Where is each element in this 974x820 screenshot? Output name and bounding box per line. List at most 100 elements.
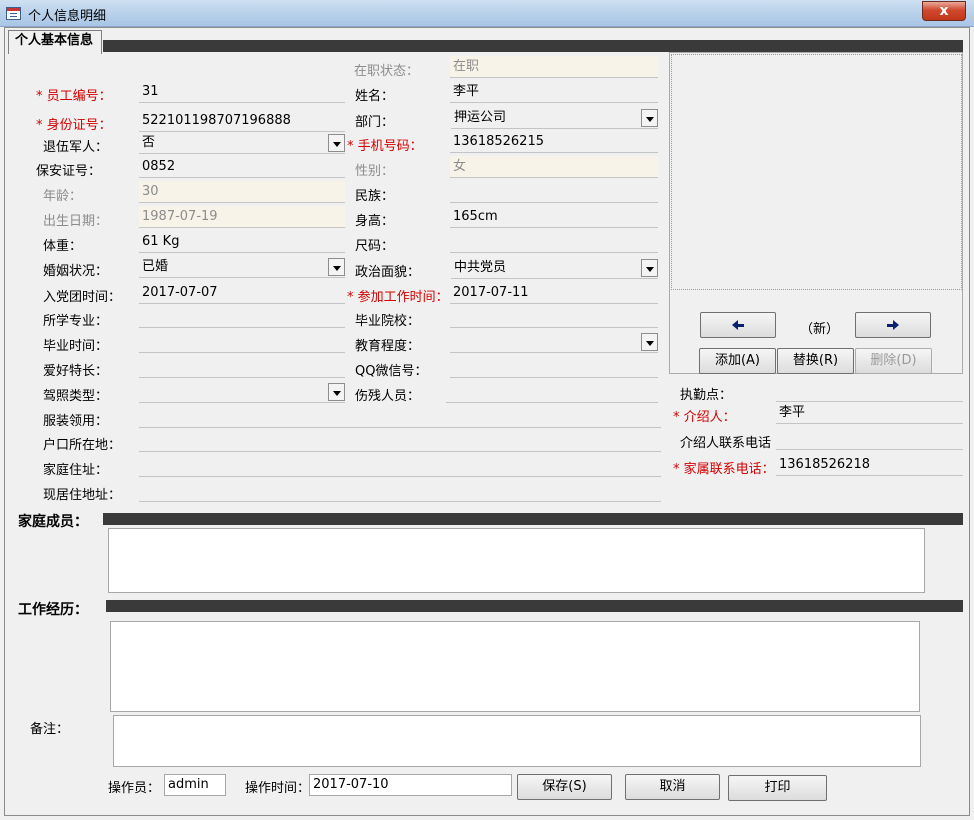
chevron-down-icon[interactable] [641, 259, 658, 277]
chevron-down-icon[interactable] [328, 383, 345, 401]
disability-field[interactable] [446, 381, 658, 403]
uniform-label: 服装领用： [43, 414, 109, 429]
household-register-field[interactable] [139, 430, 661, 452]
hobbies-label: 爱好特长： [43, 364, 109, 379]
political-status-select[interactable]: 中共党员 [451, 257, 658, 279]
veteran-value: 否 [142, 135, 156, 150]
ethnicity-field[interactable] [450, 181, 658, 203]
department-select[interactable]: 押运公司 [451, 107, 658, 129]
graduation-date-label: 毕业时间： [43, 339, 109, 354]
family-members-field[interactable] [108, 528, 925, 593]
license-type-select[interactable] [139, 381, 345, 403]
age-label: 年龄： [43, 189, 83, 204]
veteran-select[interactable]: 否 [139, 132, 345, 154]
tab-basic-info[interactable]: 个人基本信息 [8, 30, 102, 54]
operator-field[interactable]: admin [164, 774, 226, 796]
prev-photo-button[interactable] [700, 312, 776, 338]
license-type-label: 驾照类型： [43, 389, 109, 404]
height-value: 165cm [453, 209, 498, 224]
mobile-label: * 手机号码： [347, 139, 423, 154]
photo-status: （新） [800, 322, 840, 337]
employment-status-value: 在职 [453, 59, 480, 74]
form-icon [6, 7, 21, 20]
school-field[interactable] [450, 306, 658, 328]
chevron-down-icon[interactable] [328, 134, 345, 152]
home-address-label: 家庭住址： [43, 463, 109, 478]
household-register-label: 户口所在地： [43, 438, 122, 453]
work-title: 工作经历： [18, 602, 88, 618]
employee-id-value: 31 [142, 84, 159, 99]
education-select[interactable] [450, 331, 658, 353]
referrer-label: * 介绍人： [673, 410, 736, 425]
referrer-phone-field[interactable] [776, 428, 963, 450]
duty-post-field[interactable] [776, 380, 963, 402]
chevron-down-icon[interactable] [641, 333, 658, 351]
guard-cert-field[interactable]: 0852 [139, 156, 345, 178]
ethnicity-label: 民族： [355, 189, 395, 204]
home-address-field[interactable] [139, 455, 661, 477]
next-photo-button[interactable] [855, 312, 931, 338]
family-phone-field[interactable]: 13618526218 [776, 454, 963, 476]
mobile-field[interactable]: 13618526215 [450, 131, 658, 153]
id-number-label: * 身份证号： [36, 118, 112, 133]
weight-label: 体重： [43, 239, 83, 254]
section-bar [103, 40, 963, 52]
hobbies-field[interactable] [139, 356, 345, 378]
height-field[interactable]: 165cm [450, 206, 658, 228]
duty-post-label: 执勤点： [680, 388, 733, 403]
remarks-label: 备注： [30, 722, 70, 737]
name-field[interactable]: 李平 [450, 81, 658, 103]
remarks-field[interactable] [113, 715, 921, 767]
weight-value: 61 Kg [142, 234, 180, 249]
operate-time-field[interactable]: 2017-07-10 [309, 774, 512, 796]
political-status-value: 中共党员 [454, 260, 507, 275]
guard-cert-label: 保安证号： [36, 164, 102, 179]
cancel-button[interactable]: 取消 [625, 774, 720, 800]
work-start-date-field[interactable]: 2017-07-11 [450, 282, 658, 304]
current-address-field[interactable] [139, 480, 661, 502]
graduation-date-field[interactable] [139, 331, 345, 353]
referrer-field[interactable]: 李平 [776, 402, 963, 424]
add-photo-button[interactable]: 添加(A) [699, 348, 776, 374]
family-title: 家庭成员： [18, 514, 88, 530]
print-button[interactable]: 打印 [728, 775, 827, 801]
work-history-field[interactable] [110, 621, 920, 712]
replace-photo-button[interactable]: 替换(R) [777, 348, 854, 374]
marital-status-value: 已婚 [142, 259, 169, 274]
employment-status-field: 在职 [450, 56, 658, 78]
guard-cert-value: 0852 [142, 159, 176, 174]
marital-status-label: 婚姻状况： [43, 264, 109, 279]
party-date-label: 入党团时间： [43, 290, 122, 305]
chevron-down-icon[interactable] [328, 258, 345, 276]
department-label: 部门： [355, 115, 395, 130]
photo-frame [671, 54, 962, 290]
political-status-label: 政治面貌： [355, 265, 421, 280]
major-label: 所学专业： [43, 314, 109, 329]
qq-wechat-label: QQ微信号： [355, 364, 428, 379]
chevron-down-icon[interactable] [641, 109, 658, 127]
weight-field[interactable]: 61 Kg [139, 231, 345, 253]
age-field: 30 [139, 181, 345, 203]
employee-id-field[interactable]: 31 [139, 81, 345, 103]
veteran-label: 退伍军人： [43, 140, 109, 155]
education-label: 教育程度： [355, 339, 421, 354]
birth-date-field: 1987-07-19 [139, 206, 345, 228]
close-button[interactable]: x [922, 1, 966, 21]
birth-date-label: 出生日期： [43, 214, 109, 229]
delete-photo-button[interactable]: 删除(D) [855, 348, 932, 374]
save-button[interactable]: 保存(S) [517, 774, 612, 800]
size-field[interactable] [450, 231, 658, 253]
title-bar: 个人信息明细 x [0, 0, 974, 27]
id-number-field[interactable]: 522101198707196888 [139, 110, 345, 132]
qq-wechat-field[interactable] [450, 356, 658, 378]
party-date-field[interactable]: 2017-07-07 [139, 282, 345, 304]
major-field[interactable] [139, 306, 345, 328]
referrer-phone-label: 介绍人联系电话 [680, 436, 772, 451]
uniform-field[interactable] [139, 406, 661, 428]
work-start-date-label: * 参加工作时间： [347, 290, 449, 305]
marital-status-select[interactable]: 已婚 [139, 256, 345, 278]
department-value: 押运公司 [454, 110, 507, 125]
operator-label: 操作员： [108, 781, 161, 796]
family-bar [103, 513, 963, 525]
gender-field: 女 [450, 156, 658, 178]
